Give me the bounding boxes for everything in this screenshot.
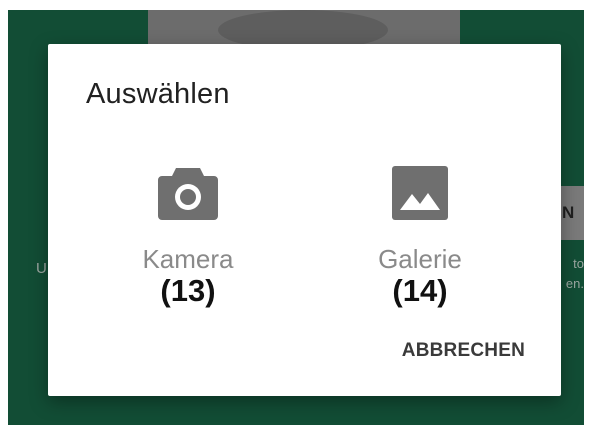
cancel-button[interactable]: ABBRECHEN bbox=[402, 340, 525, 362]
camera-number: (13) bbox=[160, 273, 216, 308]
image-icon bbox=[392, 166, 448, 220]
camera-icon bbox=[158, 168, 218, 220]
camera-option[interactable]: Kamera (13) bbox=[108, 164, 268, 308]
background-text-left: U bbox=[36, 260, 47, 277]
camera-label: Kamera bbox=[142, 244, 234, 274]
background-photo bbox=[148, 10, 460, 50]
choose-dialog: Auswählen Kamera (13) Galerie (14) ABBRE… bbox=[48, 44, 561, 396]
gallery-number: (14) bbox=[392, 273, 448, 308]
gallery-option[interactable]: Galerie (14) bbox=[340, 164, 500, 308]
gallery-label: Galerie bbox=[378, 244, 462, 274]
screen: N U to en. Auswählen Kamera (13) Galerie… bbox=[0, 0, 592, 435]
background-text-right: to en. bbox=[565, 256, 584, 291]
dialog-title: Auswählen bbox=[86, 78, 230, 110]
